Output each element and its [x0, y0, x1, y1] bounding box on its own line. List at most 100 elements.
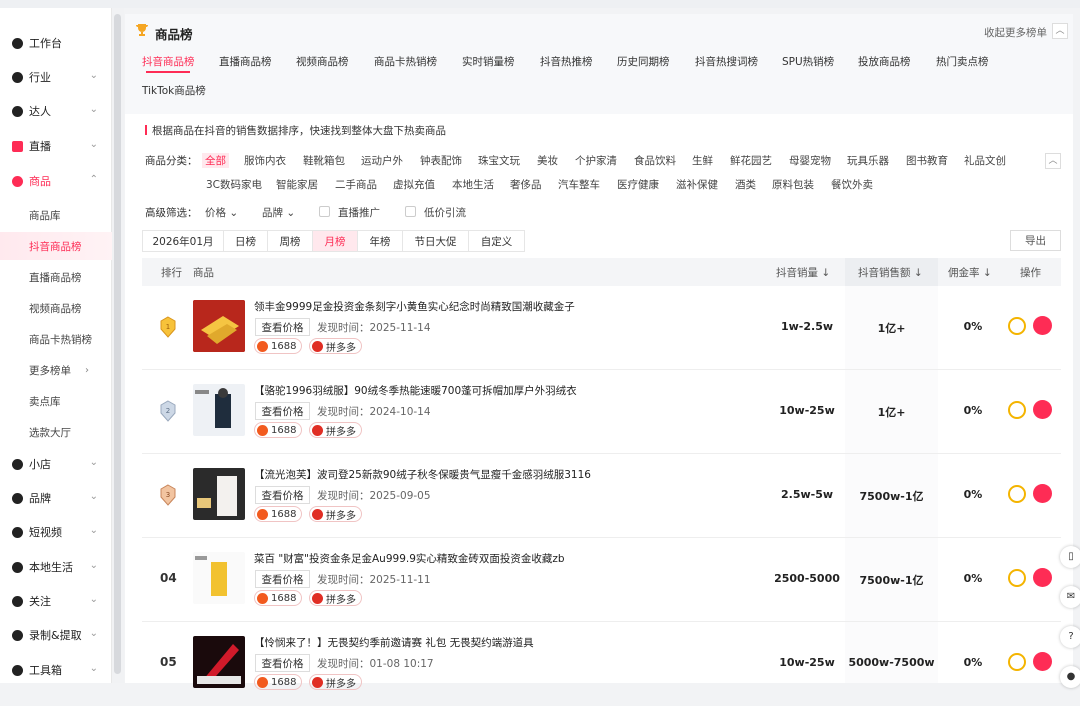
category-item[interactable]: 滋补保健 [676, 177, 718, 192]
star-icon[interactable] [1008, 401, 1026, 419]
category-item[interactable]: 运动户外 [361, 153, 403, 168]
platform-pdd-button[interactable]: 拼多多 [309, 422, 362, 438]
category-item[interactable]: 图书教育 [906, 153, 948, 168]
platform-pdd-button[interactable]: 拼多多 [309, 506, 362, 522]
tab-history-rank[interactable]: 历史同期榜 [617, 54, 670, 69]
sidebar-item-live[interactable]: 直播 ⌄ [0, 131, 112, 161]
product-name[interactable]: 【怜悯来了！】无畏契约季前邀请赛 礼包 无畏契约端游道具 [254, 635, 534, 650]
category-item[interactable]: 3C数码家电 [206, 177, 262, 192]
price-filter-dropdown[interactable]: 价格 ⌄ [205, 205, 238, 220]
category-item[interactable]: 原料包装 [772, 177, 814, 192]
product-name[interactable]: 【骆驼1996羽绒服】90绒冬季热能速暖700蓬可拆帽加厚户外羽绒衣 [254, 383, 577, 398]
sidebar-scrollbar-thumb[interactable] [114, 14, 121, 674]
table-row[interactable]: 04 菜百 "财富"投资金条足金Au999.9实心精致金砖双面投资金收藏zb 查… [142, 538, 1061, 622]
category-item[interactable]: 钟表配饰 [420, 153, 462, 168]
tab-tiktok-rank[interactable]: TikTok商品榜 [142, 83, 206, 98]
tab-hot-search-rank[interactable]: 抖音热搜词榜 [695, 54, 758, 69]
sidebar-sub-video-rank[interactable]: 视频商品榜 [0, 294, 112, 322]
product-name[interactable]: 【流光泡芙】波司登25新款90绒子秋冬保暖贵气显瘦千金感羽绒服3116 [254, 467, 591, 482]
sidebar-item-short-video[interactable]: 短视频 ⌄ [0, 517, 112, 547]
sidebar-item-local-life[interactable]: 本地生活 ⌄ [0, 552, 112, 582]
tab-video-rank[interactable]: 视频商品榜 [296, 54, 349, 69]
category-item[interactable]: 美妆 [537, 153, 558, 168]
category-all[interactable]: 全部 [202, 153, 229, 168]
sidebar-item-follow[interactable]: 关注 ⌄ [0, 586, 112, 616]
category-item[interactable]: 服饰内衣 [244, 153, 286, 168]
period-tab-festival[interactable]: 节日大促 [402, 230, 469, 252]
help-icon[interactable]: ? [1060, 626, 1080, 648]
period-tab-week[interactable]: 周榜 [267, 230, 313, 252]
product-thumbnail[interactable] [193, 384, 245, 436]
sidebar-sub-douyin-rank[interactable]: 抖音商品榜 [0, 232, 112, 260]
cart-icon[interactable] [1033, 568, 1052, 587]
product-thumbnail[interactable] [193, 468, 245, 520]
category-item[interactable]: 礼品文创 [964, 153, 1006, 168]
sidebar-sub-card-rank[interactable]: 商品卡热销榜 [0, 325, 112, 353]
check-price-button[interactable]: 查看价格 [255, 654, 310, 672]
category-item[interactable]: 奢侈品 [510, 177, 542, 192]
cart-icon[interactable] [1033, 652, 1052, 671]
star-icon[interactable] [1008, 317, 1026, 335]
period-tab-month[interactable]: 月榜 [312, 230, 358, 252]
category-item[interactable]: 食品饮料 [634, 153, 676, 168]
sidebar-sub-more[interactable]: 更多榜单 › [0, 356, 112, 384]
th-commission-sort[interactable]: 佣金率 ↓ [948, 265, 992, 280]
sidebar-item-shop[interactable]: 小店 ⌄ [0, 449, 112, 479]
sidebar-item-toolbox[interactable]: 工具箱 ⌄ [0, 655, 112, 685]
table-row[interactable]: 2 【骆驼1996羽绒服】90绒冬季热能速暖700蓬可拆帽加厚户外羽绒衣 查看价… [142, 370, 1061, 454]
chat-icon[interactable]: ● [1060, 666, 1080, 688]
sidebar-item-brand[interactable]: 品牌 ⌄ [0, 483, 112, 513]
category-item[interactable]: 智能家居 [276, 177, 318, 192]
product-thumbnail[interactable] [193, 636, 245, 688]
tab-ad-rank[interactable]: 投放商品榜 [858, 54, 911, 69]
tab-douyin-rank[interactable]: 抖音商品榜 [142, 54, 195, 69]
sidebar-item-workbench[interactable]: 工作台 [0, 28, 112, 58]
category-item[interactable]: 餐饮外卖 [831, 177, 873, 192]
product-name[interactable]: 领丰金9999足金投资金条刻字小黄鱼实心纪念时尚精致国潮收藏金子 [254, 299, 575, 314]
category-item[interactable]: 珠宝文玩 [478, 153, 520, 168]
platform-1688-button[interactable]: 1688 [254, 338, 303, 354]
cart-icon[interactable] [1033, 400, 1052, 419]
tab-live-rank[interactable]: 直播商品榜 [219, 54, 272, 69]
cart-icon[interactable] [1033, 484, 1052, 503]
live-promo-checkbox[interactable] [319, 206, 330, 217]
tab-realtime-rank[interactable]: 实时销量榜 [462, 54, 515, 69]
platform-pdd-button[interactable]: 拼多多 [309, 590, 362, 606]
table-row[interactable]: 05 【怜悯来了！】无畏契约季前邀请赛 礼包 无畏契约端游道具 查看价格 发现时… [142, 622, 1061, 706]
brand-filter-dropdown[interactable]: 品牌 ⌄ [262, 205, 295, 220]
platform-1688-button[interactable]: 1688 [254, 422, 303, 438]
sidebar-item-influencer[interactable]: 达人 ⌄ [0, 96, 112, 126]
phone-icon[interactable]: ▯ [1060, 546, 1080, 568]
category-item[interactable]: 汽车整车 [558, 177, 600, 192]
check-price-button[interactable]: 查看价格 [255, 318, 310, 336]
star-icon[interactable] [1008, 485, 1026, 503]
category-item[interactable]: 鲜花园艺 [730, 153, 772, 168]
category-item[interactable]: 酒类 [735, 177, 756, 192]
platform-1688-button[interactable]: 1688 [254, 590, 303, 606]
sidebar-sub-selection-hall[interactable]: 选款大厅 [0, 418, 112, 446]
collapse-more-ranks-link[interactable]: 收起更多榜单 [984, 25, 1047, 40]
tab-spu-rank[interactable]: SPU热销榜 [782, 54, 834, 69]
sidebar-sub-product-library[interactable]: 商品库 [0, 201, 112, 229]
cart-icon[interactable] [1033, 316, 1052, 335]
tab-hot-push-rank[interactable]: 抖音热推榜 [540, 54, 593, 69]
period-month-picker[interactable]: 2026年01月 [142, 230, 224, 252]
category-item[interactable]: 生鲜 [692, 153, 713, 168]
category-item[interactable]: 母婴宠物 [789, 153, 831, 168]
category-item[interactable]: 个护家清 [575, 153, 617, 168]
product-thumbnail[interactable] [193, 300, 245, 352]
check-price-button[interactable]: 查看价格 [255, 402, 310, 420]
sidebar-item-product[interactable]: 商品 ⌃ [0, 166, 112, 196]
table-row[interactable]: 3 【流光泡芙】波司登25新款90绒子秋冬保暖贵气显瘦千金感羽绒服3116 查看… [142, 454, 1061, 538]
sidebar-sub-selling-points[interactable]: 卖点库 [0, 387, 112, 415]
th-sales-sort[interactable]: 抖音销量 ↓ [776, 265, 830, 280]
chevron-up-icon[interactable]: ︿ [1052, 23, 1068, 39]
platform-pdd-button[interactable]: 拼多多 [309, 674, 362, 690]
export-button[interactable]: 导出 [1010, 230, 1061, 251]
check-price-button[interactable]: 查看价格 [255, 570, 310, 588]
category-item[interactable]: 虚拟充值 [393, 177, 435, 192]
table-row[interactable]: 1 领丰金9999足金投资金条刻字小黄鱼实心纪念时尚精致国潮收藏金子 查看价格 … [142, 286, 1061, 370]
period-tab-day[interactable]: 日榜 [223, 230, 268, 252]
sidebar-item-industry[interactable]: 行业 ⌄ [0, 62, 112, 92]
low-price-checkbox[interactable] [405, 206, 416, 217]
